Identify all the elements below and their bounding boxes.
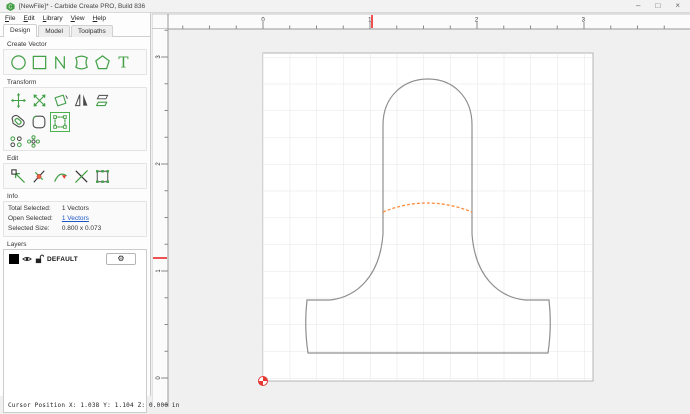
layers-title: Layers [7,241,27,248]
scale-icon [33,94,45,106]
move-tool[interactable] [8,90,28,110]
offset-tool[interactable] [8,112,28,132]
info-total-row: Total Selected: 1 Vectors [8,204,142,214]
mirror-tool[interactable] [71,90,91,110]
curve-tool[interactable] [71,52,91,72]
node-edit-icon [10,168,25,183]
svg-text:T: T [118,53,128,71]
trim-vectors-icon [74,169,88,183]
design-canvas[interactable]: 0 1 2 3 0 1 2 3 [152,13,690,407]
linear-array-icon [9,135,22,147]
tab-design[interactable]: Design [3,24,38,37]
trim-vectors-tool[interactable] [71,166,91,186]
boolean-icon [95,169,109,183]
menu-file[interactable]: File [5,15,16,22]
close-button[interactable]: × [675,0,680,12]
total-selected-label: Total Selected: [8,205,51,212]
trim-tool[interactable] [50,112,70,132]
rectangle-tool[interactable] [29,52,49,72]
open-selected-link[interactable]: 1 Vectors [62,215,89,222]
info-size-row: Selected Size: 0.800 x 0.073 [8,224,142,234]
left-panel: File Edit Library View Help Design Model… [0,13,151,413]
edit-title: Edit [7,155,19,162]
transform-group [3,87,147,151]
minimize-button[interactable]: – [636,0,640,12]
info-title: Info [7,193,18,200]
transform-title: Transform [7,79,37,86]
info-group: Total Selected: 1 Vectors Open Selected:… [3,201,147,237]
status-bar: Cursor Position X: 1.038 Y: 1.104 Z: 0.0… [8,402,180,409]
boolean-tool[interactable] [92,166,112,186]
vertical-ruler: 0 1 2 3 [152,14,169,407]
curve-icon [74,54,88,70]
rectangle-icon [32,55,46,69]
split-vector-icon [32,169,45,183]
fillet-icon [32,115,46,129]
layers-list: DEFAULT ⚙ [3,249,147,413]
polygon-tool[interactable] [92,52,112,72]
orient-vector-icon [53,173,67,182]
orient-vector-tool[interactable] [50,166,70,186]
create-vector-title: Create Vector [7,41,47,48]
layer-settings-button[interactable]: ⚙ [106,253,136,265]
app-logo-icon: C [6,1,15,11]
total-selected-value: 1 Vectors [61,205,89,212]
work-area-grid [263,53,593,381]
rotate-tool[interactable] [50,90,70,110]
move-icon [10,92,26,108]
mirror-icon [74,93,87,106]
svg-text:C: C [9,4,13,10]
unlock-icon[interactable] [35,254,44,264]
create-vector-group: T [3,49,147,75]
title-bar: C [NewFile]* - Carbide Create PRO, Build… [0,0,690,13]
polyline-tool[interactable] [50,52,70,72]
origin-marker-icon [258,376,268,386]
circular-array-icon [26,134,40,148]
menu-library[interactable]: Library [43,15,63,22]
circular-array-tool[interactable] [25,134,41,148]
split-vector-tool[interactable] [29,166,49,186]
scale-tool[interactable] [29,90,49,110]
menu-bar: File Edit Library View Help [0,13,150,23]
window-title: [NewFile]* - Carbide Create PRO, Build 8… [19,2,146,10]
shear-tool[interactable] [92,90,112,110]
tab-model[interactable]: Model [38,25,70,37]
layer-name: DEFAULT [47,255,78,263]
tab-toolpaths[interactable]: Toolpaths [70,25,113,37]
circle-icon [10,54,26,70]
menu-edit[interactable]: Edit [24,15,35,22]
layer-color-swatch[interactable] [9,254,19,264]
polyline-icon [54,55,65,69]
circle-tool[interactable] [8,52,28,72]
horizontal-ruler: 0 1 2 3 [152,13,690,30]
shear-icon [95,94,108,106]
menu-help[interactable]: Help [93,15,106,22]
text-tool[interactable]: T [113,52,133,72]
gear-icon: ⚙ [117,254,125,263]
node-edit-tool[interactable] [8,166,28,186]
info-open-row: Open Selected: 1 Vectors [8,214,142,224]
trim-icon [53,115,67,129]
fillet-tool[interactable] [29,112,49,132]
cursor-position-text: Cursor Position X: 1.038 Y: 1.104 Z: 0.0… [8,402,180,409]
selected-size-value: 0.800 x 0.073 [61,225,102,232]
main-tabs: Design Model Toolpaths [0,23,150,37]
linear-array-tool[interactable] [8,134,24,148]
maximize-button[interactable]: □ [655,0,660,12]
rotate-icon [54,94,68,106]
text-icon: T [118,53,128,71]
selected-size-label: Selected Size: [8,225,50,232]
eye-icon[interactable] [22,255,32,263]
edit-group [3,163,147,189]
layer-row[interactable]: DEFAULT ⚙ [4,250,146,265]
offset-icon [11,114,25,128]
menu-view[interactable]: View [71,15,85,22]
open-selected-label: Open Selected: [8,215,53,222]
polygon-icon [94,54,110,69]
